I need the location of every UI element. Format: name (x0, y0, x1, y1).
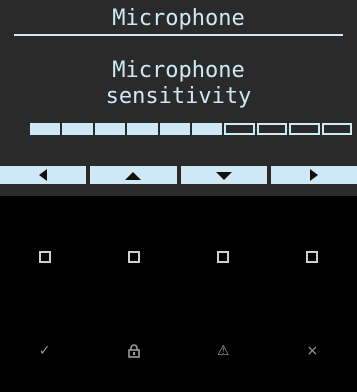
level-segment (192, 123, 223, 135)
level-segment (62, 123, 93, 135)
function-key-2[interactable] (89, 237, 178, 277)
checkmark-icon: ✓ (38, 343, 51, 359)
level-segment (159, 123, 191, 135)
sensitivity-level-bar (30, 123, 353, 135)
screen-title: Microphone (112, 6, 245, 31)
softkey-row (0, 166, 357, 184)
lock-button[interactable] (89, 331, 178, 371)
lock-icon (128, 344, 140, 358)
cancel-button[interactable]: × (268, 331, 357, 371)
function-key-4[interactable] (268, 237, 357, 277)
square-icon (217, 251, 230, 263)
warning-icon: ⚠ (216, 343, 230, 359)
title-underline (14, 34, 343, 36)
left-button[interactable] (0, 166, 87, 184)
title-bar: Microphone (0, 0, 357, 38)
body-label: Microphone sensitivity (0, 58, 357, 110)
body-line-1: Microphone (112, 58, 245, 83)
arrow-right-icon (309, 169, 318, 181)
square-icon (127, 251, 140, 263)
level-segment (256, 123, 288, 135)
down-button[interactable] (180, 166, 267, 184)
arrow-left-icon (39, 169, 48, 181)
display-screen: Microphone Microphone sensitivity (0, 0, 357, 196)
alarm-button[interactable]: ⚠ (179, 331, 268, 371)
arrow-up-icon (125, 172, 142, 180)
body-line-2: sensitivity (105, 84, 252, 109)
function-key-3[interactable] (179, 237, 268, 277)
level-segment (224, 123, 255, 135)
up-button[interactable] (90, 166, 177, 184)
function-key-row (0, 237, 357, 277)
arrow-down-icon (215, 172, 232, 180)
square-icon (38, 251, 51, 263)
level-segment (94, 123, 126, 135)
function-key-1[interactable] (0, 237, 89, 277)
action-key-row: ✓ ⚠ × (0, 331, 357, 371)
ok-button[interactable]: ✓ (0, 331, 89, 371)
level-segment (321, 123, 353, 135)
level-segment (127, 123, 158, 135)
square-icon (306, 251, 319, 263)
level-segment (289, 123, 320, 135)
right-button[interactable] (270, 166, 357, 184)
close-icon: × (306, 343, 319, 359)
level-segment (30, 123, 61, 135)
